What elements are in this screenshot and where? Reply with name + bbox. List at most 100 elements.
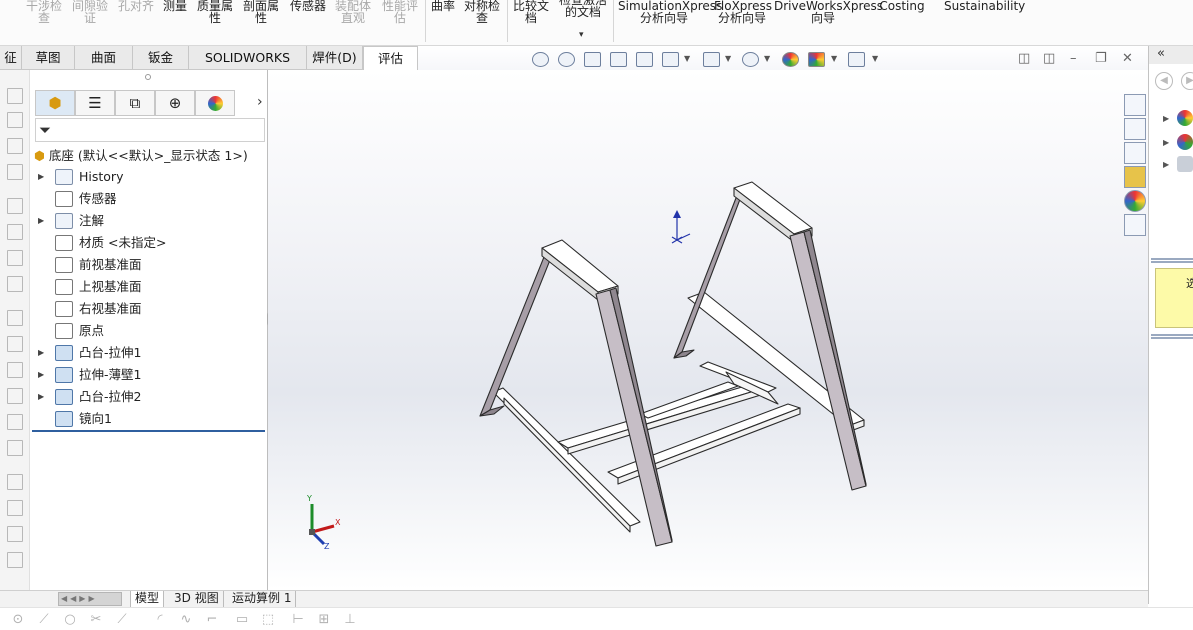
strip-icon[interactable]	[7, 112, 23, 128]
section-view-icon[interactable]	[610, 52, 627, 67]
check-active-document-button[interactable]: 检查激活 的文档	[556, 0, 610, 18]
slot-icon[interactable]: ⬚	[260, 613, 276, 627]
costing-button[interactable]: Costing	[878, 0, 926, 12]
assembly-visualization-button[interactable]: 装配体 直观	[332, 0, 374, 24]
fillet-icon[interactable]: ⌐	[204, 613, 220, 627]
point-icon[interactable]: ⊙	[10, 613, 26, 627]
minimize-icon[interactable]: –	[1070, 52, 1077, 66]
part-root-node[interactable]: ⬢ 底座 (默认<<默认>_显示状态 1>)	[34, 146, 248, 166]
tab-motion-study[interactable]: 运动算例 1	[228, 591, 297, 607]
floxpress-button[interactable]: FloXpress 分析向导	[714, 0, 772, 24]
strip-icon[interactable]	[7, 336, 23, 352]
scenes-folder-icon[interactable]	[1177, 134, 1193, 150]
tree-filter[interactable]: ⏷	[35, 118, 265, 142]
tab-features[interactable]: 征	[0, 46, 22, 69]
chevron-down-icon[interactable]: ▼	[764, 54, 773, 69]
previous-view-icon[interactable]	[584, 52, 601, 67]
tab-model[interactable]: 模型	[130, 591, 165, 607]
grid-icon[interactable]: ⊞	[316, 613, 332, 627]
strip-icon[interactable]	[7, 276, 23, 292]
zoom-to-area-icon[interactable]	[558, 52, 575, 67]
strip-icon[interactable]	[7, 138, 23, 154]
graphics-area[interactable]: Y X Z	[268, 70, 1148, 590]
edit-appearance-icon[interactable]	[782, 52, 799, 67]
tab-3d-view[interactable]: 3D 视图	[170, 591, 224, 607]
view-settings-icon[interactable]	[848, 52, 865, 67]
circle-icon[interactable]: ○	[62, 613, 78, 627]
driveworksxpress-button[interactable]: DriveWorksXpress 向导	[774, 0, 883, 24]
interference-check-button[interactable]: 干涉检 查	[24, 0, 64, 24]
feature-manager-tab-icon[interactable]: ⬢	[35, 90, 75, 116]
hole-alignment-button[interactable]: 孔对齐	[116, 0, 156, 12]
zoom-to-fit-icon[interactable]	[532, 52, 549, 67]
measure-button[interactable]: 测量	[160, 0, 190, 12]
curvature-button[interactable]: 曲率	[428, 0, 458, 12]
file-explorer-icon[interactable]	[1124, 142, 1146, 164]
strip-icon[interactable]	[7, 526, 23, 542]
strip-icon[interactable]	[7, 388, 23, 404]
line-icon[interactable]: ⟋	[36, 613, 52, 627]
display-manager-tab-icon[interactable]	[195, 90, 235, 116]
expand-arrow-icon[interactable]: ▶	[38, 210, 44, 232]
spline-icon[interactable]: ∿	[178, 613, 194, 627]
rollback-bar[interactable]	[32, 430, 265, 432]
performance-evaluation-button[interactable]: 性能评 估	[378, 0, 422, 24]
tree-item-sensors[interactable]: 传感器	[30, 188, 268, 210]
chevron-down-icon[interactable]: ▼	[831, 54, 840, 69]
strip-icon[interactable]	[7, 414, 23, 430]
tab-surfaces[interactable]: 曲面	[75, 46, 133, 69]
tree-item-history[interactable]: ▶ History	[30, 166, 268, 188]
tree-item-front-plane[interactable]: 前视基准面	[30, 254, 268, 276]
offset-icon[interactable]: ⟋	[114, 613, 130, 627]
dimension-icon[interactable]: ⊢	[290, 613, 306, 627]
tree-item-right-plane[interactable]: 右视基准面	[30, 298, 268, 320]
tree-item-material[interactable]: 材质 <未指定>	[30, 232, 268, 254]
tree-item-boss-extrude1[interactable]: ▶ 凸台-拉伸1	[30, 342, 268, 364]
symmetry-check-button[interactable]: 对称检 查	[461, 0, 503, 24]
appearances-icon[interactable]	[1124, 190, 1146, 212]
expand-arrow-icon[interactable]: ▶	[38, 386, 44, 408]
tab-evaluate[interactable]: 评估	[363, 46, 418, 70]
restore-icon[interactable]: ❐	[1095, 52, 1107, 66]
hide-show-items-icon[interactable]	[742, 52, 759, 67]
mass-properties-button[interactable]: 质量属 性	[194, 0, 236, 24]
clearance-verification-button[interactable]: 间隙验 证	[68, 0, 112, 24]
chevron-down-icon[interactable]: ▼	[725, 54, 734, 69]
dynamic-annotation-icon[interactable]	[636, 52, 653, 67]
strip-icon[interactable]	[7, 164, 23, 180]
home-icon[interactable]	[1124, 94, 1146, 116]
view-orientation-icon[interactable]	[662, 52, 679, 67]
strip-icon[interactable]	[7, 474, 23, 490]
view-palette-icon[interactable]	[1124, 166, 1146, 188]
expand-arrow-icon[interactable]: ▶	[1163, 160, 1169, 169]
back-icon[interactable]: ◀	[1155, 72, 1173, 90]
close-icon[interactable]: ✕	[1122, 52, 1133, 66]
tree-item-annotations[interactable]: ▶ 注解	[30, 210, 268, 232]
appearances-folder-icon[interactable]	[1177, 110, 1193, 126]
dimxpert-manager-tab-icon[interactable]: ⊕	[155, 90, 195, 116]
tree-item-extrude-thin1[interactable]: ▶ 拉伸-薄壁1	[30, 364, 268, 386]
expand-arrow-icon[interactable]: ▶	[1163, 138, 1169, 147]
tab-weldments[interactable]: 焊件(D)	[307, 46, 363, 69]
tree-item-origin[interactable]: 原点	[30, 320, 268, 342]
chevron-down-icon[interactable]: ▼	[872, 54, 881, 69]
strip-icon[interactable]	[7, 198, 23, 214]
compare-documents-button[interactable]: 比较文 档	[510, 0, 552, 24]
strip-icon[interactable]	[7, 310, 23, 326]
simulationxpress-button[interactable]: SimulationXpress 分析向导	[618, 0, 722, 24]
strip-icon[interactable]	[7, 88, 23, 104]
design-library-icon[interactable]	[1124, 118, 1146, 140]
forward-icon[interactable]: ▶	[1181, 72, 1193, 90]
display-style-icon[interactable]	[703, 52, 720, 67]
configuration-manager-tab-icon[interactable]: ⧉	[115, 90, 155, 116]
panel-grip[interactable]	[145, 74, 151, 80]
task-pane-collapse-button[interactable]: «	[1149, 46, 1193, 64]
apply-scene-icon[interactable]	[808, 52, 825, 67]
strip-icon[interactable]	[7, 224, 23, 240]
chevron-down-icon[interactable]: ▼	[684, 54, 693, 69]
rectangle-icon[interactable]: ▭	[234, 613, 250, 627]
tree-item-boss-extrude2[interactable]: ▶ 凸台-拉伸2	[30, 386, 268, 408]
tree-item-mirror1[interactable]: 镜向1	[30, 408, 268, 430]
decals-folder-icon[interactable]	[1177, 156, 1193, 172]
strip-icon[interactable]	[7, 362, 23, 378]
